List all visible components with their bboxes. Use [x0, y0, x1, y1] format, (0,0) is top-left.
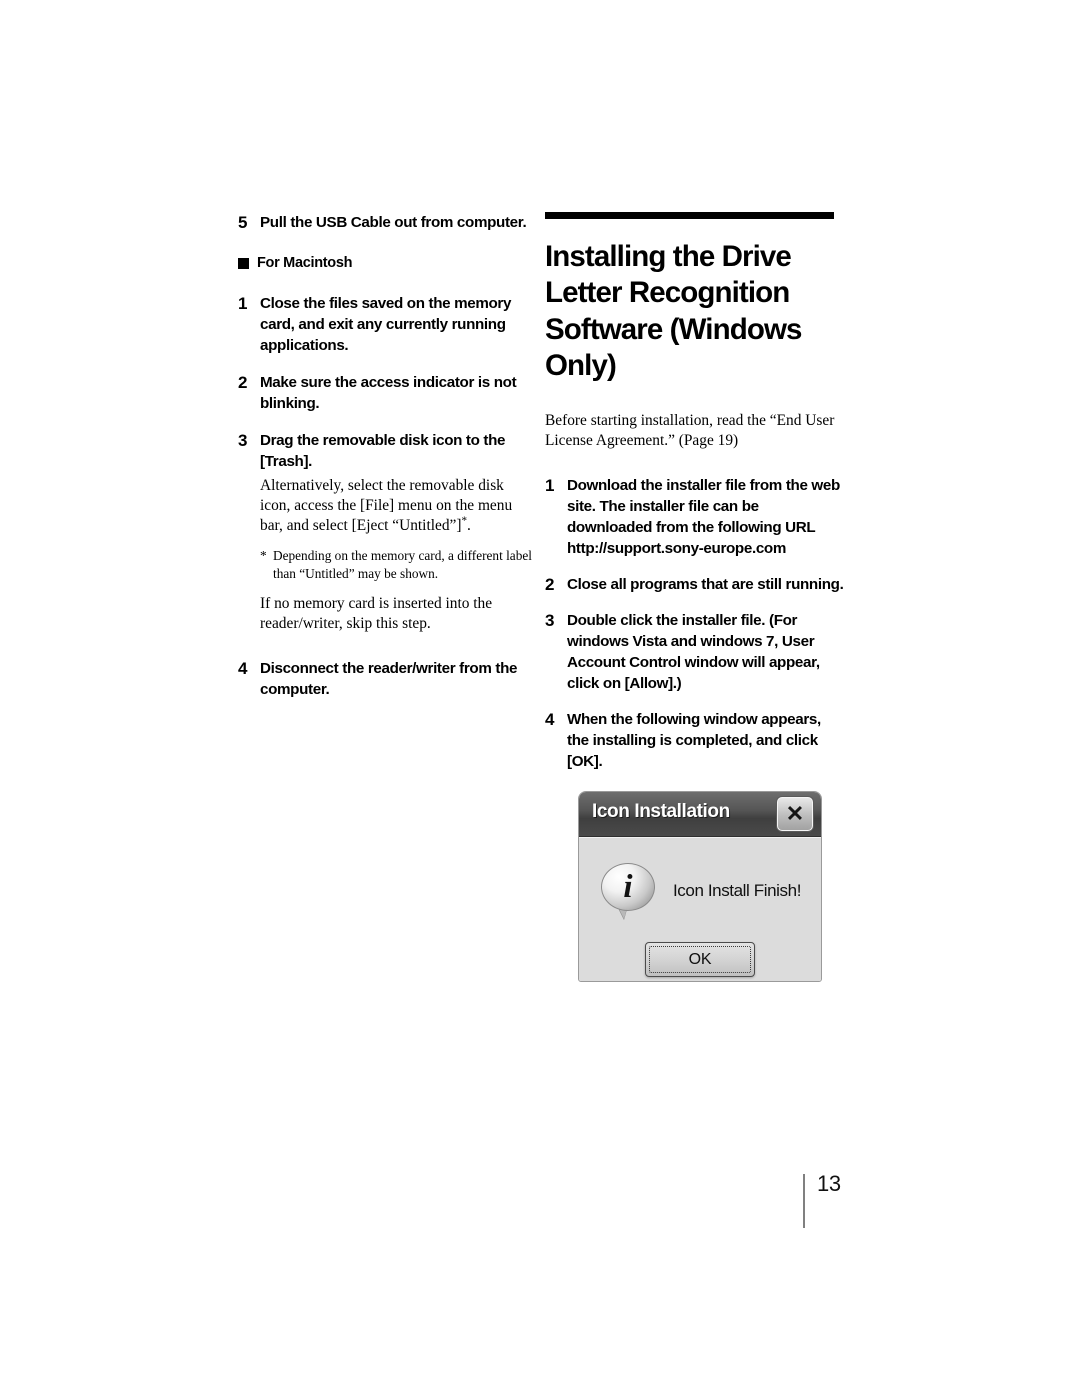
step-number: 3 — [545, 610, 555, 630]
step-body: Make sure the access indicator is not bl… — [260, 372, 534, 414]
step-item: 3 Drag the removable disk icon to the [T… — [238, 430, 534, 634]
dialog-message: Icon Install Finish! — [672, 881, 802, 900]
step-item: 3 Double click the installer file. (For … — [545, 610, 845, 694]
step-number: 4 — [545, 709, 555, 729]
footer-divider — [803, 1174, 805, 1228]
step-number: 4 — [238, 659, 248, 678]
step-title: Make sure the access indicator is not bl… — [260, 374, 517, 412]
intro-paragraph: Before starting installation, read the “… — [545, 411, 835, 449]
step-number: 1 — [238, 294, 248, 313]
step-item: 1 Download the installer file from the w… — [545, 475, 845, 559]
step-description: Alternatively, select the removable disk… — [260, 476, 534, 536]
step-item: 2 Make sure the access indicator is not … — [238, 372, 534, 414]
step-item: 5 Pull the USB Cable out from computer. — [238, 212, 534, 233]
step-number: 3 — [238, 431, 248, 450]
close-icon[interactable]: ✕ — [777, 797, 813, 831]
right-steps-list: 1 Download the installer file from the w… — [545, 475, 845, 772]
step-body: Close the files saved on the memory card… — [260, 293, 534, 356]
step-number: 5 — [238, 213, 248, 232]
step-title: Download the installer file from the web… — [567, 476, 840, 557]
step-number: 2 — [238, 373, 248, 392]
step-title: Close all programs that are still runnin… — [567, 575, 844, 593]
ok-button[interactable]: OK — [645, 942, 755, 977]
section-heading-label: For Macintosh — [257, 255, 353, 271]
step-number: 1 — [545, 475, 555, 495]
step-body: Disconnect the reader/writer from the co… — [260, 658, 534, 700]
document-page: 5 Pull the USB Cable out from computer. … — [0, 0, 1080, 1397]
step-body: Pull the USB Cable out from computer. — [260, 212, 534, 233]
left-column: 5 Pull the USB Cable out from computer. … — [238, 212, 534, 716]
step-body: When the following window appears, the i… — [567, 709, 845, 772]
step-title: Drag the removable disk icon to the [Tra… — [260, 432, 506, 470]
step-description-text: Alternatively, select the removable disk… — [260, 477, 513, 534]
icon-installation-dialog: Icon Installation ✕ i Icon Install Finis… — [578, 791, 822, 982]
dialog-content-row: i Icon Install Finish! — [579, 852, 821, 930]
heading-rule — [545, 212, 834, 219]
step-item: 1 Close the files saved on the memory ca… — [238, 293, 534, 356]
step-description-tail: . — [467, 517, 471, 534]
step-item: 2 Close all programs that are still runn… — [545, 574, 845, 595]
square-bullet-icon — [238, 257, 249, 269]
step-title: When the following window appears, the i… — [567, 710, 821, 770]
step-body: Download the installer file from the web… — [567, 475, 845, 559]
step-item: 4 Disconnect the reader/writer from the … — [238, 658, 534, 700]
step-note: If no memory card is inserted into the r… — [260, 595, 493, 632]
dialog-title: Icon Installation — [592, 801, 730, 822]
page-footer: 13 — [803, 1171, 841, 1228]
info-icon-letter: i — [623, 868, 633, 905]
page-number: 13 — [817, 1171, 841, 1196]
dialog-body: i Icon Install Finish! OK — [579, 837, 821, 981]
info-icon: i — [601, 863, 657, 919]
step-item: 4 When the following window appears, the… — [545, 709, 845, 772]
ok-button-label: OK — [688, 950, 712, 968]
step-body: Drag the removable disk icon to the [Tra… — [260, 430, 534, 634]
right-column: Installing the Drive Letter Recognition … — [545, 212, 845, 787]
step-title: Disconnect the reader/writer from the co… — [260, 660, 518, 698]
dialog-titlebar: Icon Installation ✕ — [579, 792, 821, 837]
dialog-button-row: OK — [579, 942, 821, 977]
step-title: Pull the USB Cable out from computer. — [260, 214, 527, 231]
step-title: Double click the installer file. (For wi… — [567, 611, 820, 692]
step-title: Close the files saved on the memory card… — [260, 295, 512, 354]
step-number: 2 — [545, 574, 555, 594]
footnote-text: Depending on the memory card, a differen… — [273, 548, 532, 581]
footnote-marker: * — [260, 548, 267, 563]
dialog-screenshot-figure: Icon Installation ✕ i Icon Install Finis… — [578, 791, 822, 982]
step-body: Close all programs that are still runnin… — [567, 574, 845, 595]
step-body: Double click the installer file. (For wi… — [567, 610, 845, 694]
footnote: * Depending on the memory card, a differ… — [260, 547, 534, 582]
page-title: Installing the Drive Letter Recognition … — [545, 239, 802, 383]
section-heading-for-macintosh: For Macintosh — [238, 255, 534, 271]
